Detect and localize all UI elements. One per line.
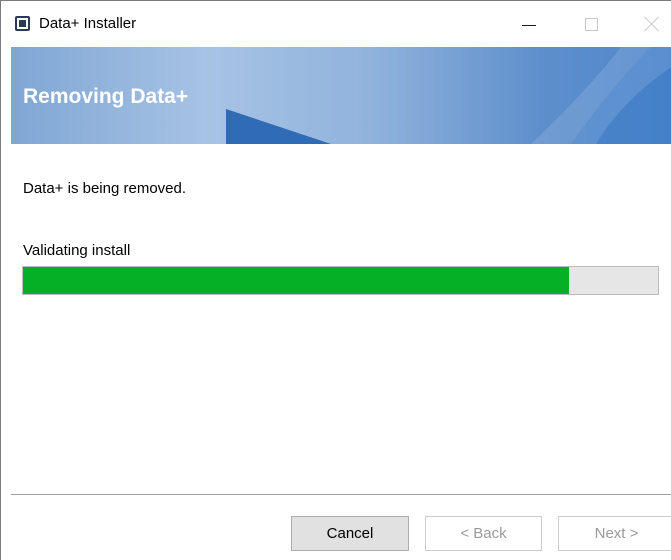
title-bar[interactable]: Data+ Installer: [1, 1, 671, 47]
page-title: Removing Data+: [23, 85, 189, 108]
close-icon: [644, 16, 660, 32]
progress-step-label: Validating install: [23, 242, 131, 259]
cancel-button[interactable]: Cancel: [291, 516, 409, 551]
installer-window: Data+ Installer Removing Data+ Data+ is …: [0, 0, 671, 560]
progress-bar-fill: [23, 267, 570, 294]
banner-triangle: [226, 109, 331, 144]
window-title: Data+ Installer: [39, 15, 137, 32]
header-banner: Removing Data+: [11, 47, 671, 144]
app-window-icon: [15, 16, 30, 31]
maximize-icon: [584, 17, 598, 31]
progress-bar: [22, 266, 659, 295]
status-text: Data+ is being removed.: [23, 180, 187, 197]
next-button[interactable]: Next >: [558, 516, 671, 551]
maximize-button[interactable]: [568, 1, 614, 47]
minimize-button[interactable]: [506, 1, 552, 47]
back-button[interactable]: < Back: [425, 516, 542, 551]
minimize-icon: [522, 24, 536, 26]
close-button[interactable]: [629, 1, 671, 47]
main-content: Data+ is being removed. Validating insta…: [11, 144, 671, 494]
footer: Cancel < Back Next >: [11, 495, 671, 560]
